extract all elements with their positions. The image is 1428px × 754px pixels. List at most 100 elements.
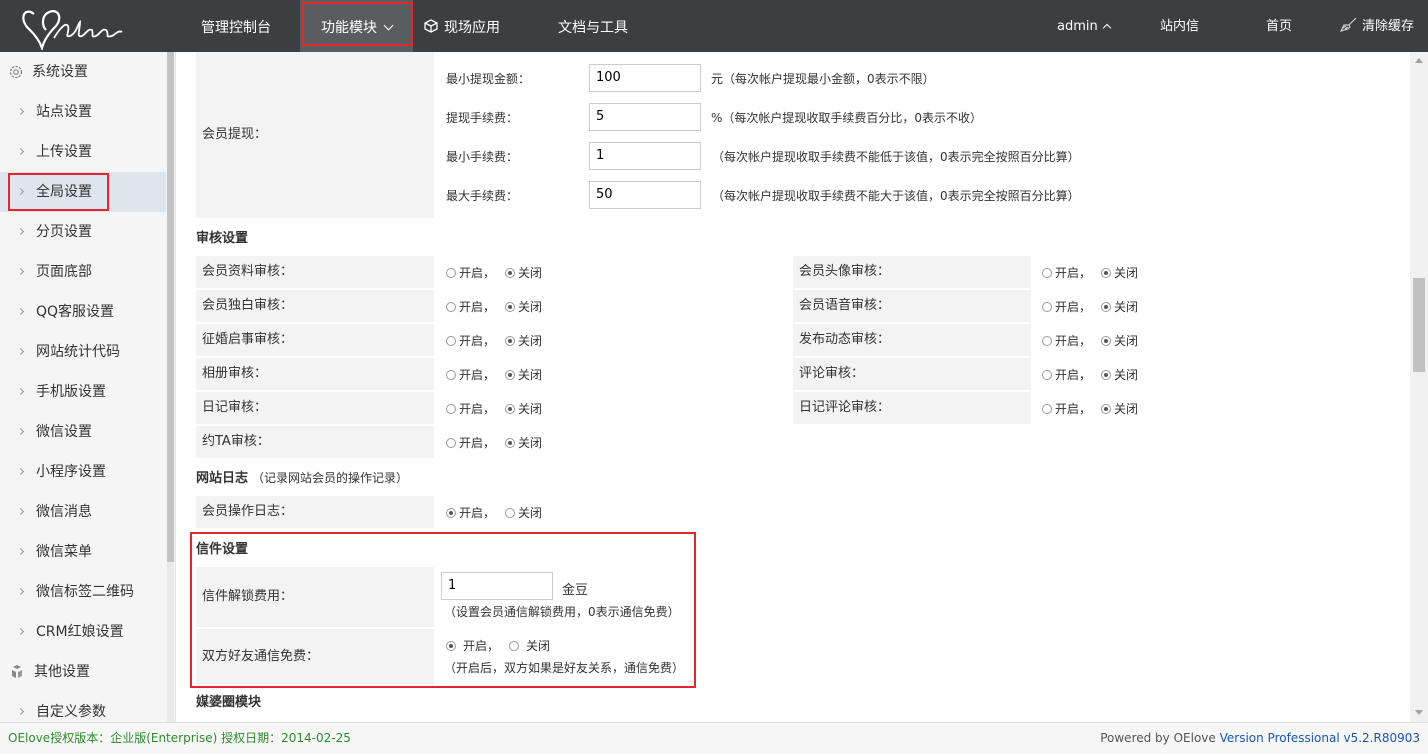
nav-onsite-apps[interactable]: 现场应用 xyxy=(424,0,500,52)
radio-close[interactable] xyxy=(509,641,520,651)
chevron-right-icon xyxy=(16,547,25,556)
sidebar: 系统设置 站点设置上传设置 全局设置 分页设置 页面底部 QQ客服设置 网站统计代码 手机版… xyxy=(0,52,176,722)
radio-open[interactable] xyxy=(1042,370,1052,380)
radio-open[interactable] xyxy=(446,641,456,651)
scroll-down-arrow-icon[interactable] xyxy=(1415,710,1423,715)
sidebar-group-other[interactable]: 其他设置 xyxy=(8,652,90,692)
sitelog-radio-group[interactable]: 开启， 关闭 xyxy=(446,504,542,521)
powered-by-text: Powered by OElove xyxy=(1100,731,1216,745)
page-scrollbar[interactable] xyxy=(1410,52,1428,722)
sidebar-group-system[interactable]: 系统设置 xyxy=(8,52,88,92)
nav-admin-console[interactable]: 管理控制台 xyxy=(201,0,271,52)
letter-free-radio-group[interactable]: 开启， 关闭 xyxy=(446,637,550,654)
scroll-up-arrow-icon[interactable] xyxy=(1415,58,1423,63)
audit-radio-group[interactable]: 开启， 关闭 xyxy=(1042,366,1138,383)
sidebar-scrollbar[interactable] xyxy=(167,52,174,722)
sidebar-item-label: 站点设置 xyxy=(36,104,92,120)
radio-open[interactable] xyxy=(1042,302,1052,312)
audit-label: 会员独白审核： xyxy=(196,290,434,322)
version-link[interactable]: Version Professional v5.2.R80903 xyxy=(1220,731,1420,745)
chevron-right-icon xyxy=(16,227,25,236)
radio-open-label: 开启， xyxy=(1055,402,1092,416)
audit-radio-group[interactable]: 开启， 关闭 xyxy=(446,400,542,417)
clear-cache-label: 清除缓存 xyxy=(1362,19,1415,34)
radio-close[interactable] xyxy=(1101,404,1112,414)
radio-open[interactable] xyxy=(446,508,456,518)
sitelog-section-title: 网站日志 （记录网站会员的操作记录） xyxy=(196,467,408,486)
chevron-right-icon xyxy=(16,387,25,396)
audit-label: 日记评论审核： xyxy=(793,392,1031,424)
sidebar-item[interactable]: 上传设置 xyxy=(0,132,166,172)
withdraw-row-label: 最大手续费： xyxy=(446,189,519,203)
radio-close[interactable] xyxy=(505,268,516,278)
radio-open[interactable] xyxy=(1042,404,1052,414)
nav-function-modules[interactable]: 功能模块 xyxy=(300,0,413,52)
sidebar-item[interactable]: QQ客服设置 xyxy=(0,292,166,332)
sidebar-item[interactable]: CRM红娘设置 xyxy=(0,612,166,652)
radio-close[interactable] xyxy=(1101,268,1112,278)
chevron-right-icon xyxy=(16,347,25,356)
page-scrollbar-thumb[interactable] xyxy=(1413,278,1425,372)
sidebar-scrollbar-thumb[interactable] xyxy=(167,52,174,562)
sidebar-item[interactable]: 微信消息 xyxy=(0,492,166,532)
audit-radio-group[interactable]: 开启， 关闭 xyxy=(1042,332,1138,349)
radio-open[interactable] xyxy=(1042,268,1052,278)
withdraw-input[interactable]: 100 xyxy=(589,64,701,92)
radio-close-label: 关闭 xyxy=(526,639,551,653)
audit-radio-group[interactable]: 开启， 关闭 xyxy=(446,298,542,315)
nav-docs-tools[interactable]: 文档与工具 xyxy=(558,0,628,52)
oelove-logo[interactable] xyxy=(20,4,140,50)
audit-radio-group[interactable]: 开启， 关闭 xyxy=(1042,400,1138,417)
radio-close[interactable] xyxy=(505,370,516,380)
chevron-right-icon xyxy=(16,187,25,196)
radio-open[interactable] xyxy=(446,336,456,346)
audit-radio-group[interactable]: 开启， 关闭 xyxy=(446,434,542,451)
sidebar-item[interactable]: 站点设置 xyxy=(0,92,166,132)
radio-close[interactable] xyxy=(505,336,516,346)
audit-radio-group[interactable]: 开启， 关闭 xyxy=(446,366,542,383)
user-menu[interactable]: admin xyxy=(1057,0,1111,52)
radio-close[interactable] xyxy=(1101,302,1112,312)
sidebar-item[interactable]: 全局设置 xyxy=(0,172,166,212)
sidebar-item-label: 微信设置 xyxy=(36,424,92,440)
radio-open[interactable] xyxy=(446,302,456,312)
chevron-right-icon xyxy=(16,467,25,476)
audit-radio-group[interactable]: 开启， 关闭 xyxy=(1042,298,1138,315)
radio-open[interactable] xyxy=(1042,336,1052,346)
radio-open[interactable] xyxy=(446,268,456,278)
audit-radio-group[interactable]: 开启， 关闭 xyxy=(446,264,542,281)
withdraw-input[interactable]: 50 xyxy=(589,181,701,209)
cubes-icon xyxy=(12,665,22,678)
radio-close[interactable] xyxy=(505,302,516,312)
radio-open[interactable] xyxy=(446,370,456,380)
sidebar-item[interactable]: 小程序设置 xyxy=(0,452,166,492)
radio-close[interactable] xyxy=(505,438,516,448)
audit-radio-group[interactable]: 开启， 关闭 xyxy=(1042,264,1138,281)
audit-radio-group[interactable]: 开启， 关闭 xyxy=(446,332,542,349)
sidebar-item[interactable]: 微信菜单 xyxy=(0,532,166,572)
letter-unlock-note: （设置会员通信解锁费用，0表示通信免费） xyxy=(444,605,680,619)
radio-close[interactable] xyxy=(1101,370,1112,380)
audit-label: 评论审核： xyxy=(793,358,1031,390)
sidebar-item[interactable]: 网站统计代码 xyxy=(0,332,166,372)
sidebar-item[interactable]: 微信标签二维码 xyxy=(0,572,166,612)
sidebar-item[interactable]: 分页设置 xyxy=(0,212,166,252)
nav-messages[interactable]: 站内信 xyxy=(1160,0,1199,52)
sidebar-item[interactable]: 微信设置 xyxy=(0,412,166,452)
radio-close[interactable] xyxy=(1101,336,1112,346)
radio-close-label: 关闭 xyxy=(518,368,543,382)
radio-open[interactable] xyxy=(446,404,456,414)
clear-cache-button[interactable]: 清除缓存 xyxy=(1339,0,1415,52)
sidebar-item[interactable]: 页面底部 xyxy=(0,252,166,292)
radio-open[interactable] xyxy=(446,438,456,448)
radio-close[interactable] xyxy=(505,404,516,414)
sidebar-item-label: 微信消息 xyxy=(36,504,92,520)
radio-close[interactable] xyxy=(505,508,516,518)
withdraw-input[interactable]: 5 xyxy=(589,103,701,131)
letter-unlock-input[interactable]: 1 xyxy=(441,572,553,600)
sidebar-item[interactable]: 手机版设置 xyxy=(0,372,166,412)
sidebar-item-custom-params[interactable]: 自定义参数 xyxy=(0,692,166,722)
radio-open-label: 开启， xyxy=(1055,300,1092,314)
nav-home[interactable]: 首页 xyxy=(1266,0,1292,52)
withdraw-input[interactable]: 1 xyxy=(589,142,701,170)
